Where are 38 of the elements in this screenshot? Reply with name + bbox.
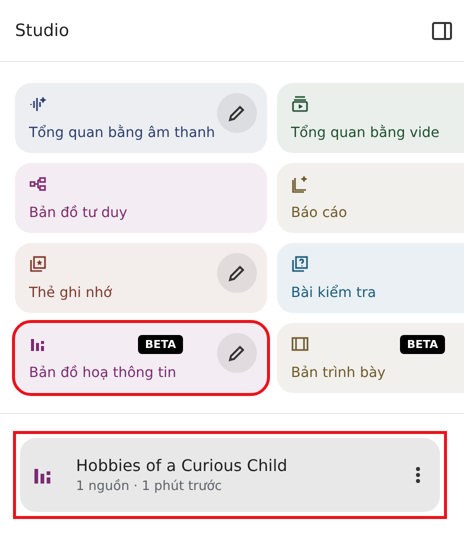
studio-tile[interactable]: BETA Bản trình bày [277,323,464,393]
tile-label: Báo cáo [291,205,348,221]
tile-label: Tổng quan bằng âm thanh [29,125,216,141]
flashcards-icon [29,255,47,273]
pencil-icon [227,103,247,123]
studio-tile[interactable]: Bài kiểm tra [277,243,464,313]
video-stack-icon [291,95,309,113]
beta-badge: BETA [138,335,184,354]
studio-tile[interactable]: Thẻ ghi nhớ [15,243,267,313]
tile-label: Bài kiểm tra [291,285,378,301]
mind-map-icon [29,175,47,193]
edit-button[interactable] [217,93,257,133]
report-sparkle-icon [291,175,309,193]
panel-title: Studio [15,20,70,40]
tile-label: Bản trình bày [291,365,387,381]
tile-label: Bản đồ hoạ thông tin [29,365,178,381]
artifact-meta: 1 nguồn · 1 phút trước [76,479,223,494]
tile-label: Tổng quan bằng vide [291,125,440,141]
more-icon [416,466,420,484]
pencil-icon [227,263,247,283]
edit-button[interactable] [217,253,257,293]
studio-tile[interactable]: Tổng quan bằng vide [277,83,464,153]
waveform-sparkle-icon [29,95,47,113]
studio-tile[interactable]: BETA Bản đồ hoạ thông tin [15,323,267,393]
studio-tile[interactable]: Tổng quan bằng âm thanh [15,83,267,153]
studio-tile[interactable]: Bản đồ tư duy [15,163,267,233]
beta-badge: BETA [400,335,446,354]
panel-toggle-icon[interactable] [432,22,452,40]
artifact-title: Hobbies of a Curious Child [76,456,288,475]
studio-tile[interactable]: Báo cáo [277,163,464,233]
tile-label: Bản đồ tư duy [29,205,128,221]
quiz-icon [291,255,309,273]
tile-label: Thẻ ghi nhớ [29,285,113,301]
artifact-card[interactable]: Hobbies of a Curious Child 1 nguồn · 1 phút trước [20,438,440,512]
pencil-icon [227,343,247,363]
edit-button[interactable] [217,333,257,373]
more-options-button[interactable] [416,466,420,484]
slides-icon [291,335,309,353]
